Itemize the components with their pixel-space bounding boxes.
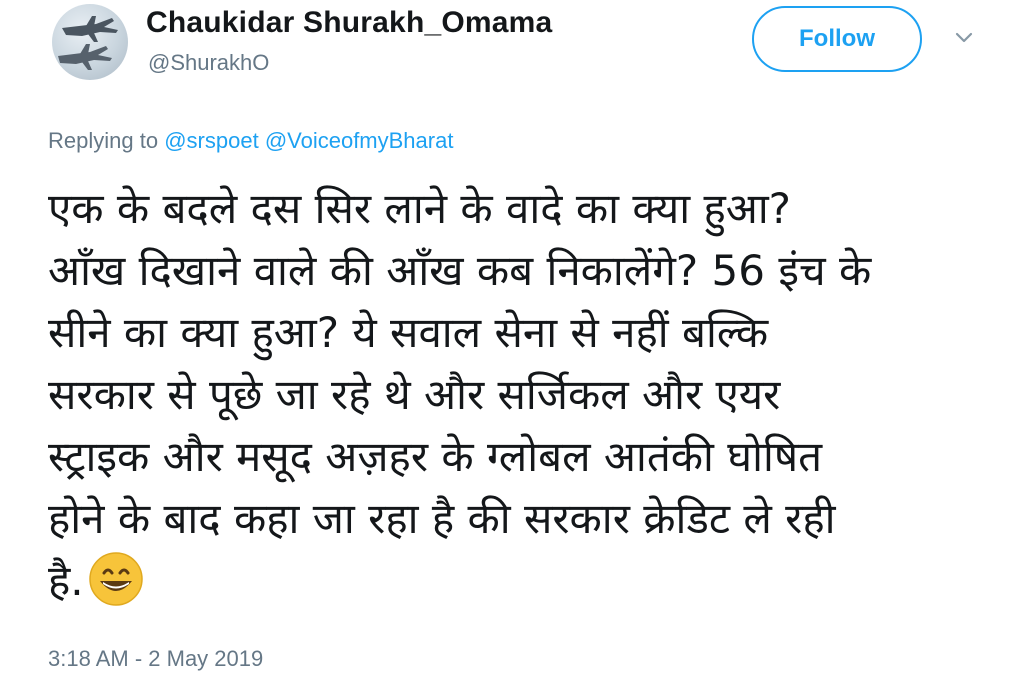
tweet-line: सरकार से पूछे जा रहे थे और सर्जिकल और एय…	[48, 370, 781, 419]
tweet-line: होने के बाद कहा जा रहा है की सरकार क्रेड…	[48, 494, 836, 543]
mention-link-srspoet[interactable]: @srspoet	[164, 128, 258, 153]
fighter-jet-icon	[58, 16, 118, 70]
more-options-button[interactable]	[952, 26, 976, 50]
replying-prefix: Replying to	[48, 128, 159, 153]
tweet-line: सीने का क्या हुआ? ये सवाल सेना से नहीं ब…	[48, 308, 769, 357]
tweet-line-text: है.	[48, 556, 84, 605]
tweet-timestamp[interactable]: 3:18 AM - 2 May 2019	[48, 646, 263, 672]
tweet-line: स्ट्राइक और मसूद अज़हर के ग्लोबल आतंकी घ…	[48, 432, 823, 481]
follow-button[interactable]: Follow	[752, 6, 922, 72]
avatar[interactable]	[52, 4, 128, 80]
user-handle[interactable]: @ShurakhO	[148, 50, 269, 76]
tweet-line: आँख दिखाने वाले की आँख कब निकालेंगे? 56 …	[48, 246, 872, 295]
tweet-text: एक के बदले दस सिर लाने के वादे का क्या ह…	[48, 178, 978, 612]
tweet-line: एक के बदले दस सिर लाने के वादे का क्या ह…	[48, 184, 791, 233]
tweet-card: Chaukidar Shurakh_Omama @ShurakhO Follow…	[0, 0, 1024, 683]
tweet-line-last: है.	[48, 550, 978, 612]
replying-to: Replying to @srspoet @VoiceofmyBharat	[48, 128, 453, 154]
display-name[interactable]: Chaukidar Shurakh_Omama	[146, 6, 552, 40]
grinning-face-emoji-icon	[88, 551, 144, 607]
mention-link-voiceofmybharat[interactable]: @VoiceofmyBharat	[265, 128, 454, 153]
chevron-down-icon	[955, 32, 973, 43]
